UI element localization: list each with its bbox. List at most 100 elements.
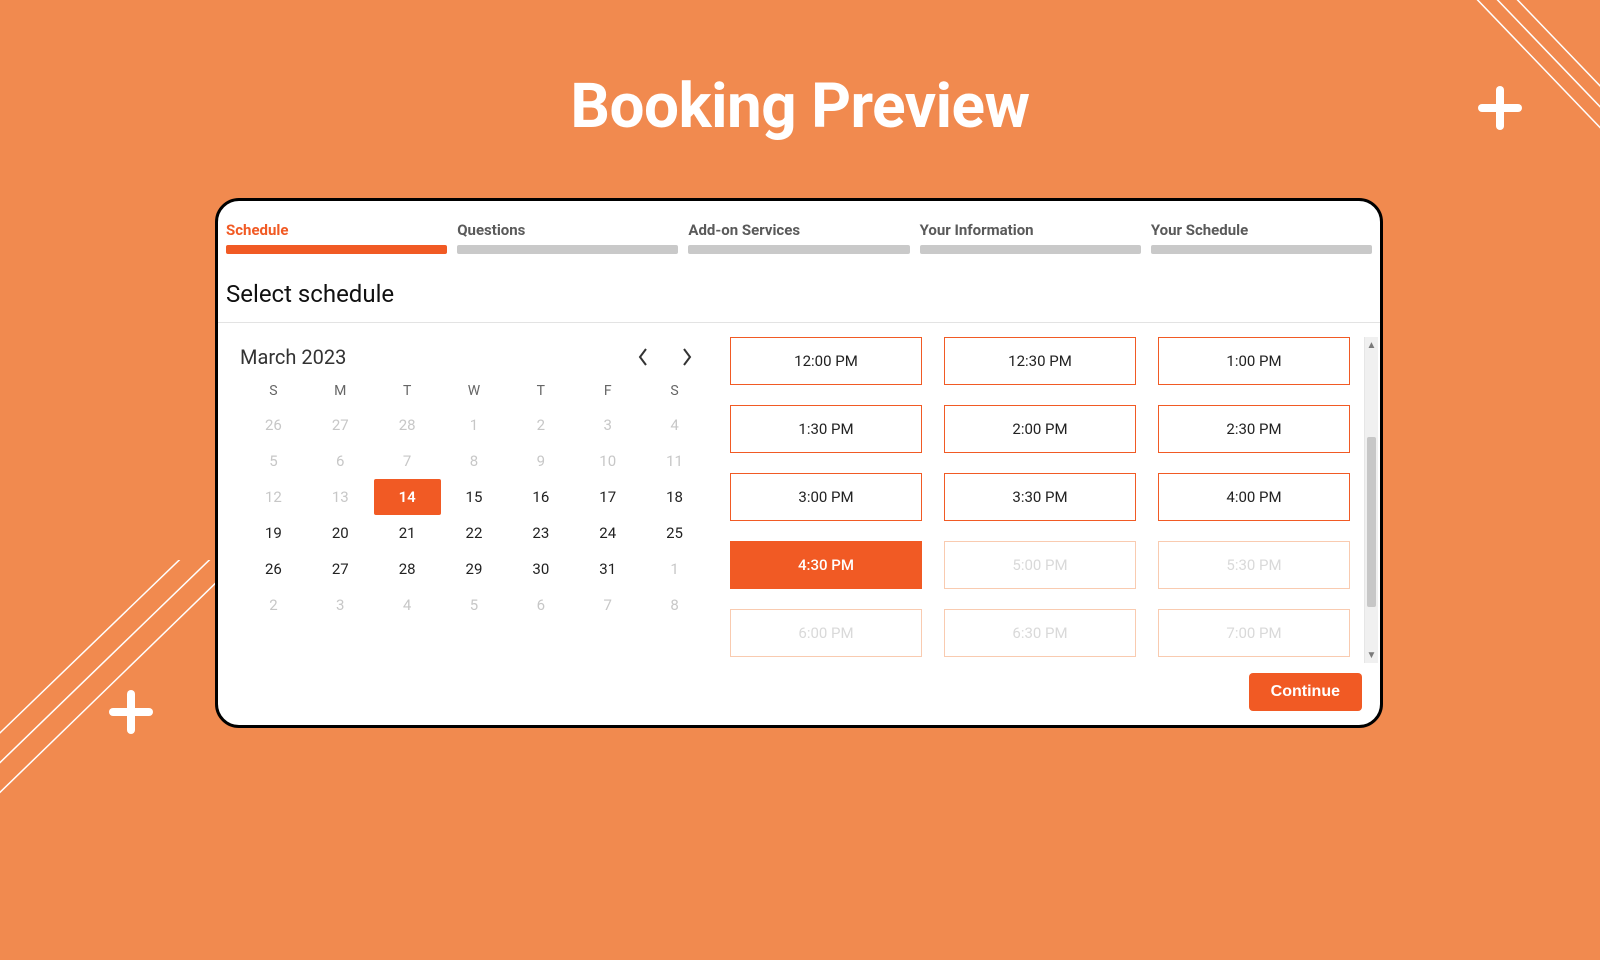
calendar-day: 10 <box>574 443 641 479</box>
calendar-day: 3 <box>307 587 374 623</box>
calendar-day: 6 <box>307 443 374 479</box>
scroll-down-icon[interactable]: ▼ <box>1365 647 1378 663</box>
time-slot[interactable]: 3:00 PM <box>730 473 922 521</box>
time-slot: 6:00 PM <box>730 609 922 657</box>
calendar-day[interactable]: 29 <box>441 551 508 587</box>
calendar-day: 2 <box>240 587 307 623</box>
time-slot[interactable]: 12:30 PM <box>944 337 1136 385</box>
calendar-day[interactable]: 31 <box>574 551 641 587</box>
calendar-month-label: March 2023 <box>240 345 346 369</box>
time-slot: 7:00 PM <box>1158 609 1350 657</box>
step-tab[interactable]: Schedule <box>226 221 447 254</box>
calendar-dow: F <box>574 377 641 407</box>
time-slot: 5:00 PM <box>944 541 1136 589</box>
calendar-day[interactable]: 20 <box>307 515 374 551</box>
calendar-day[interactable]: 23 <box>507 515 574 551</box>
step-label: Add-on Services <box>688 221 909 245</box>
step-tab[interactable]: Your Information <box>920 221 1141 254</box>
calendar: March 2023 SMTWTFS2627281234567891011121… <box>218 323 716 663</box>
calendar-header: March 2023 <box>240 345 708 377</box>
calendar-day: 1 <box>641 551 708 587</box>
time-slot: 6:30 PM <box>944 609 1136 657</box>
time-slots-panel: 12:00 PM 12:30 PM 1:00 PM 1:30 PM 2:00 PM 2:3… <box>716 323 1380 663</box>
calendar-day: 26 <box>240 407 307 443</box>
footer: Continue <box>218 663 1380 725</box>
calendar-dow: T <box>374 377 441 407</box>
time-slot[interactable]: 3:30 PM <box>944 473 1136 521</box>
continue-button[interactable]: Continue <box>1249 673 1362 711</box>
time-slot: 5:30 PM <box>1158 541 1350 589</box>
chevron-left-icon[interactable] <box>632 346 654 368</box>
calendar-day[interactable]: 16 <box>507 479 574 515</box>
calendar-day: 8 <box>641 587 708 623</box>
time-slot[interactable]: 2:00 PM <box>944 405 1136 453</box>
time-slot[interactable]: 1:00 PM <box>1158 337 1350 385</box>
plus-icon <box>109 690 153 734</box>
calendar-day[interactable]: 15 <box>441 479 508 515</box>
step-label: Schedule <box>226 221 447 245</box>
calendar-dow: S <box>641 377 708 407</box>
calendar-day: 13 <box>307 479 374 515</box>
step-progress-bar <box>457 245 678 254</box>
booking-card: Schedule Questions Add-on Services Your Inf… <box>215 198 1383 728</box>
calendar-day[interactable]: 22 <box>441 515 508 551</box>
calendar-grid: SMTWTFS262728123456789101112131415161718… <box>240 377 708 623</box>
calendar-day[interactable]: 18 <box>641 479 708 515</box>
page-title: Booking Preview <box>0 70 1600 143</box>
step-label: Your Schedule <box>1151 221 1372 245</box>
calendar-day: 9 <box>507 443 574 479</box>
step-label: Your Information <box>920 221 1141 245</box>
time-slot-grid: 12:00 PM 12:30 PM 1:00 PM 1:30 PM 2:00 PM 2:3… <box>730 337 1372 663</box>
section-title: Select schedule <box>218 254 1380 322</box>
calendar-day: 3 <box>574 407 641 443</box>
scrollbar-thumb[interactable] <box>1367 437 1376 607</box>
calendar-day[interactable]: 14 <box>374 479 441 515</box>
calendar-day: 2 <box>507 407 574 443</box>
calendar-day[interactable]: 27 <box>307 551 374 587</box>
calendar-day[interactable]: 24 <box>574 515 641 551</box>
step-tabs: Schedule Questions Add-on Services Your Inf… <box>218 201 1380 254</box>
calendar-day: 7 <box>374 443 441 479</box>
calendar-day: 1 <box>441 407 508 443</box>
calendar-dow: M <box>307 377 374 407</box>
calendar-day: 6 <box>507 587 574 623</box>
calendar-day[interactable]: 19 <box>240 515 307 551</box>
calendar-day: 8 <box>441 443 508 479</box>
calendar-day: 12 <box>240 479 307 515</box>
scrollbar[interactable]: ▲ ▼ <box>1364 337 1378 663</box>
calendar-day[interactable]: 21 <box>374 515 441 551</box>
step-label: Questions <box>457 221 678 245</box>
step-progress-bar <box>688 245 909 254</box>
step-tab[interactable]: Your Schedule <box>1151 221 1372 254</box>
step-progress-bar <box>226 245 447 254</box>
scroll-up-icon[interactable]: ▲ <box>1365 337 1378 353</box>
step-progress-bar <box>920 245 1141 254</box>
calendar-day: 5 <box>441 587 508 623</box>
calendar-day: 28 <box>374 407 441 443</box>
calendar-day: 5 <box>240 443 307 479</box>
calendar-nav <box>632 346 708 368</box>
calendar-dow: S <box>240 377 307 407</box>
calendar-day[interactable]: 17 <box>574 479 641 515</box>
time-slot[interactable]: 12:00 PM <box>730 337 922 385</box>
calendar-day: 4 <box>374 587 441 623</box>
calendar-day: 4 <box>641 407 708 443</box>
calendar-day[interactable]: 26 <box>240 551 307 587</box>
calendar-day: 7 <box>574 587 641 623</box>
content-row: March 2023 SMTWTFS2627281234567891011121… <box>218 323 1380 663</box>
calendar-day[interactable]: 25 <box>641 515 708 551</box>
step-tab[interactable]: Questions <box>457 221 678 254</box>
calendar-day[interactable]: 28 <box>374 551 441 587</box>
calendar-dow: T <box>507 377 574 407</box>
calendar-day: 11 <box>641 443 708 479</box>
calendar-day[interactable]: 30 <box>507 551 574 587</box>
time-slot[interactable]: 4:00 PM <box>1158 473 1350 521</box>
calendar-day: 27 <box>307 407 374 443</box>
step-progress-bar <box>1151 245 1372 254</box>
time-slot[interactable]: 2:30 PM <box>1158 405 1350 453</box>
calendar-dow: W <box>441 377 508 407</box>
time-slot[interactable]: 1:30 PM <box>730 405 922 453</box>
chevron-right-icon[interactable] <box>676 346 698 368</box>
step-tab[interactable]: Add-on Services <box>688 221 909 254</box>
time-slot[interactable]: 4:30 PM <box>730 541 922 589</box>
